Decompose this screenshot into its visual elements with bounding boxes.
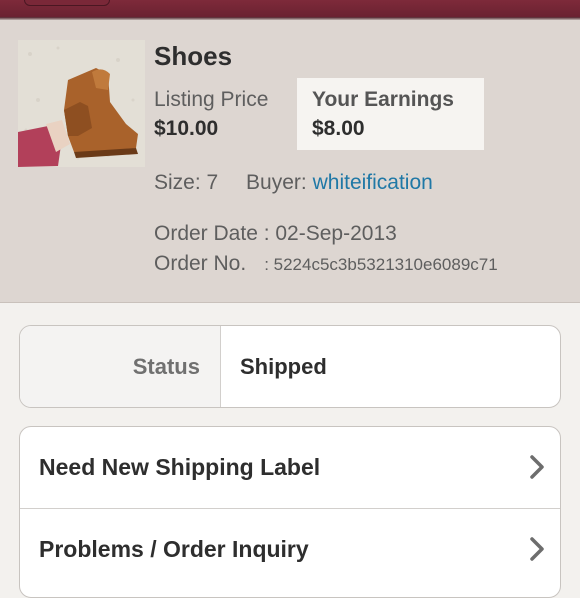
earnings-value: $8.00 <box>312 117 365 140</box>
status-label: Status <box>132 354 200 379</box>
earnings-box: Your Earnings $8.00 <box>297 78 484 150</box>
action-label: Problems / Order Inquiry <box>39 536 309 562</box>
listing-price-label: Listing Price <box>154 88 269 111</box>
order-date: Order Date : 02-Sep-2013 <box>154 222 397 245</box>
need-new-shipping-label-row[interactable]: Need New Shipping Label <box>20 427 560 508</box>
order-summary: Shoes Listing Price $10.00 Your Earnings… <box>0 20 580 303</box>
item-title: Shoes <box>154 41 233 71</box>
chevron-right-icon <box>530 455 544 479</box>
action-label: Need New Shipping Label <box>39 454 321 480</box>
buyer-label: Buyer: <box>246 171 307 194</box>
status-label-cell: Status <box>20 326 221 407</box>
status-card: Status Shipped <box>19 325 561 408</box>
size-label: Size: 7 <box>154 171 219 194</box>
product-thumbnail[interactable] <box>18 40 145 167</box>
chevron-right-icon <box>530 537 544 561</box>
order-number-value: : 5224c5c3b5321310e6089c71 <box>264 255 498 274</box>
earnings-label: Your Earnings <box>312 88 454 111</box>
buyer-link[interactable]: whiteification <box>313 171 433 194</box>
size-buyer-line: Size: 7 Buyer: whiteification <box>154 171 433 195</box>
problems-order-inquiry-row[interactable]: Problems / Order Inquiry <box>20 509 560 590</box>
status-value: Shipped <box>240 354 327 379</box>
actions-card: Need New Shipping Label Problems / Order… <box>19 426 561 598</box>
back-button[interactable] <box>24 0 110 6</box>
order-number-label: Order No. <box>154 252 247 275</box>
order-number-line: Order No. : 5224c5c3b5321310e6089c71 <box>154 252 498 276</box>
listing-price-value: $10.00 <box>154 117 219 140</box>
top-nav-bar <box>0 0 580 17</box>
product-photo-icon <box>18 40 145 167</box>
